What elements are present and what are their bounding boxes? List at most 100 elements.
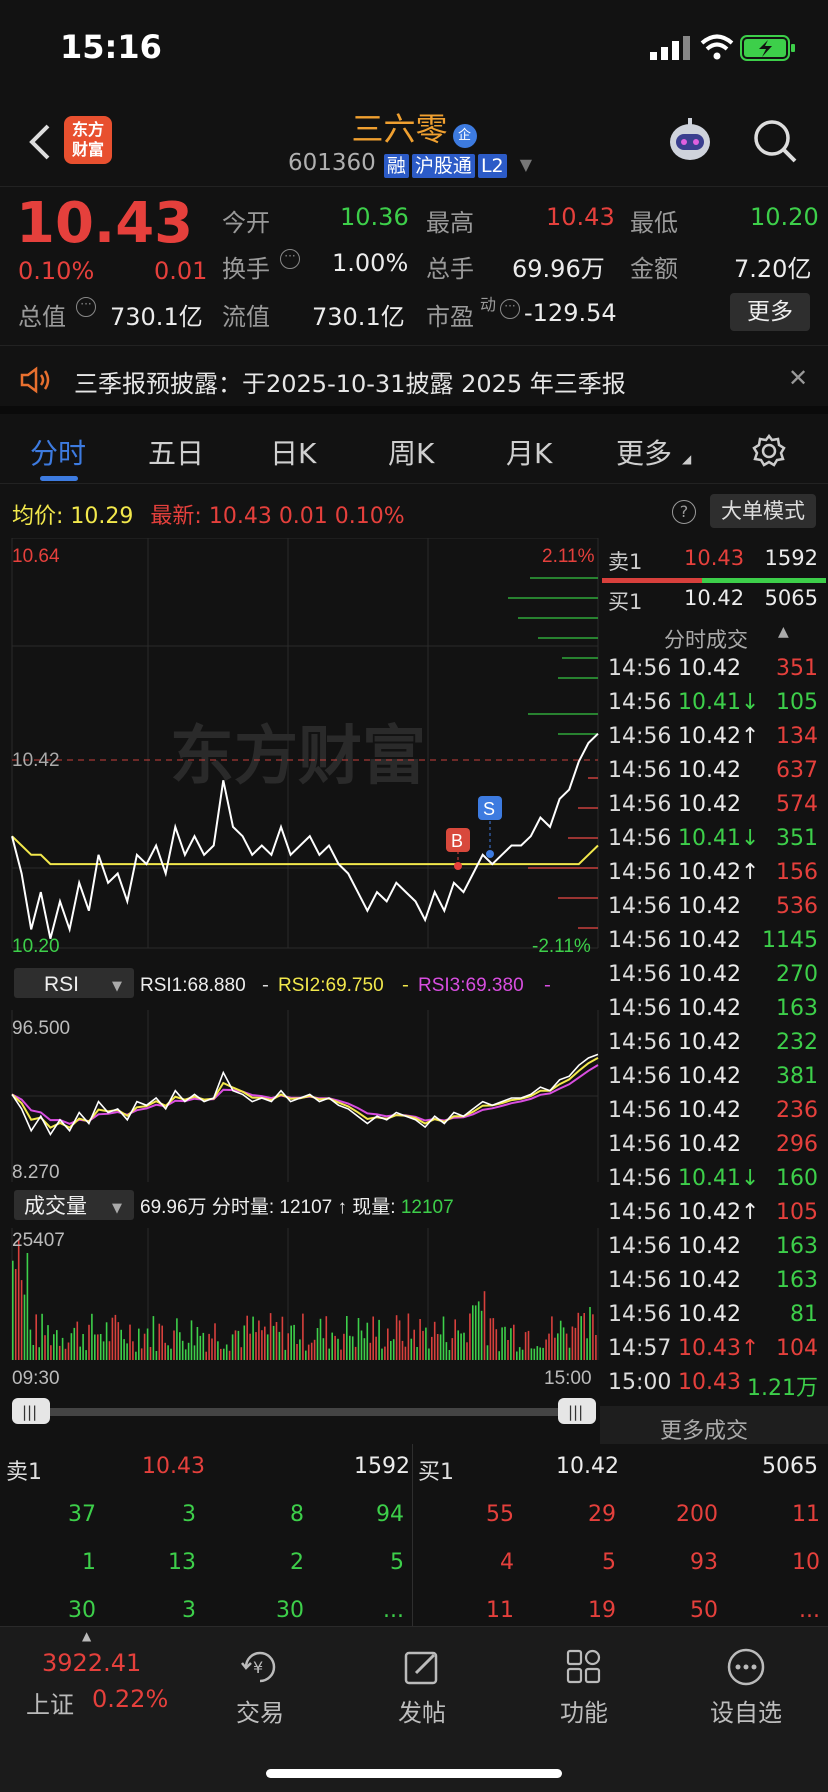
volume-bar [243, 1325, 246, 1360]
nav-trade[interactable]: ¥ 交易 [200, 1647, 320, 1728]
chevron-up-icon[interactable]: ▲ [82, 1629, 91, 1643]
volume-bar [322, 1338, 325, 1360]
nav-functions[interactable]: 功能 [524, 1647, 644, 1728]
sell-marker-label: S [483, 799, 495, 819]
tick-price: 10.42 [678, 758, 741, 783]
tick-volume: 574 [776, 792, 818, 817]
bottom-nav: ▲ 3922.41 上证 0.22% ¥ 交易 发帖 功能 设自选 [0, 1626, 828, 1792]
tab-more[interactable]: 更多 [616, 432, 672, 472]
info-icon[interactable]: ··· [500, 299, 520, 319]
rsi2-line [11, 1057, 599, 1129]
axis-mid-price: 10.42 [12, 750, 60, 771]
close-icon[interactable]: ✕ [788, 364, 808, 392]
tick-row: 14:56 10.42↑ 156 [600, 856, 828, 890]
more-button[interactable]: 更多 [730, 293, 810, 331]
volume-bar [266, 1334, 269, 1360]
buy1-price: 10.42 [684, 586, 745, 610]
tick-time: 14:56 [608, 1166, 672, 1191]
volume-header: 69.96万 分时量: 12107 ↑ 现量: 12107 [140, 1196, 454, 1218]
volume-bar [29, 1329, 32, 1360]
volume-bar [501, 1327, 503, 1360]
volume-bar [287, 1333, 289, 1360]
depth-queue-cell: 11 [486, 1598, 514, 1623]
depth-buy-label: 买1 [418, 1460, 454, 1485]
tick-volume: 637 [776, 758, 818, 783]
info-icon[interactable]: ··· [76, 297, 96, 317]
large-order-mode-button[interactable]: 大单模式 [710, 494, 816, 528]
tick-volume: 1145 [762, 928, 818, 953]
volume-bar [463, 1332, 465, 1360]
tick-price: 10.42 [678, 792, 741, 817]
index-value[interactable]: 3922.41 [42, 1649, 141, 1677]
settings-gear-icon[interactable] [752, 434, 786, 468]
nav-post[interactable]: 发帖 [362, 1647, 482, 1728]
depth-queue-cell: 11 [792, 1502, 820, 1527]
tick-row: 14:56 10.41↓ 160 [600, 1162, 828, 1196]
axis-top-price: 10.64 [12, 546, 60, 567]
tab-monthly-k[interactable]: 月K [506, 432, 552, 472]
volume-bar [231, 1334, 234, 1360]
volume-bar [302, 1313, 304, 1360]
rsi1-line [11, 1053, 599, 1136]
depth-queue-cell: ... [383, 1598, 404, 1623]
more-ticks-label: 更多成交 [660, 1419, 749, 1444]
tick-time: 14:56 [608, 928, 672, 953]
tick-volume: 163 [776, 1268, 818, 1293]
search-icon[interactable] [752, 118, 798, 164]
volume-bar [551, 1316, 553, 1360]
robot-assistant-icon[interactable] [666, 116, 714, 164]
market-cap-value: 730.1亿 [110, 303, 203, 331]
chevron-down-icon[interactable]: ▼ [520, 155, 532, 174]
tick-volume: 105 [776, 1200, 818, 1225]
volume-bar [240, 1347, 243, 1360]
volume-bar [173, 1330, 175, 1360]
volume-bar [369, 1342, 372, 1360]
time-axis-start: 09:30 [12, 1368, 60, 1389]
tab-five-day[interactable]: 五日 [148, 432, 204, 472]
index-name[interactable]: 上证 [26, 1685, 74, 1720]
tick-row: 14:56 10.41↓ 105 [600, 686, 828, 720]
depth-queue-cell: ... [799, 1598, 820, 1623]
volume-bar [589, 1307, 591, 1360]
rsi-separator: - [544, 974, 551, 996]
volume-bar [337, 1338, 339, 1360]
tab-daily-k[interactable]: 日K [270, 432, 316, 472]
volume-bar [360, 1330, 363, 1360]
nav-watchlist-settings[interactable]: 设自选 [686, 1647, 806, 1728]
tab-intraday[interactable]: 分时 [30, 432, 86, 472]
grid-apps-icon [566, 1649, 601, 1684]
depth-buy-volume: 5065 [762, 1454, 818, 1479]
range-scrollbar[interactable] [36, 1408, 566, 1416]
volume-bar [105, 1322, 108, 1360]
volume-bar [524, 1332, 527, 1360]
volume-bar [381, 1348, 383, 1360]
volume-bar [91, 1313, 93, 1360]
float-cap-label: 流值 [222, 303, 270, 331]
battery-charging-icon [740, 35, 795, 61]
volume-bar [258, 1320, 260, 1360]
latest-change: 0.01 [278, 504, 328, 529]
ticks-header[interactable]: 分时成交 ▲ [600, 618, 828, 652]
tick-price: 10.42 [678, 1268, 741, 1293]
volume-bar [489, 1318, 492, 1360]
help-icon[interactable]: ? [672, 500, 696, 524]
avg-price-bar: 均价: 10.29 最新: 10.43 0.01 0.10% [12, 498, 405, 530]
axis-top-percent: 2.11% [542, 546, 595, 567]
volume-bar [129, 1324, 131, 1360]
ticks-title: 分时成交 [664, 628, 748, 652]
more-ticks-button[interactable]: 更多成交 [600, 1406, 828, 1444]
notice-bar[interactable]: 三季报预披露：于2025-10-31披露 2025 年三季报 ✕ [0, 348, 828, 414]
volume-bar [187, 1342, 190, 1360]
info-icon[interactable]: ··· [280, 249, 300, 269]
index-percent[interactable]: 0.22% [92, 1685, 168, 1713]
tab-weekly-k[interactable]: 周K [388, 432, 434, 472]
volume-bar [275, 1322, 278, 1360]
volume-bar [41, 1313, 43, 1360]
volume-bar [167, 1345, 169, 1360]
tab-indicator [40, 476, 78, 481]
rsi3-line [11, 1064, 599, 1125]
tick-price: 10.42 [678, 1234, 741, 1259]
volume-bar [542, 1347, 544, 1360]
rsi-axis-top: 96.500 [12, 1018, 70, 1039]
tick-volume: 156 [776, 860, 818, 885]
